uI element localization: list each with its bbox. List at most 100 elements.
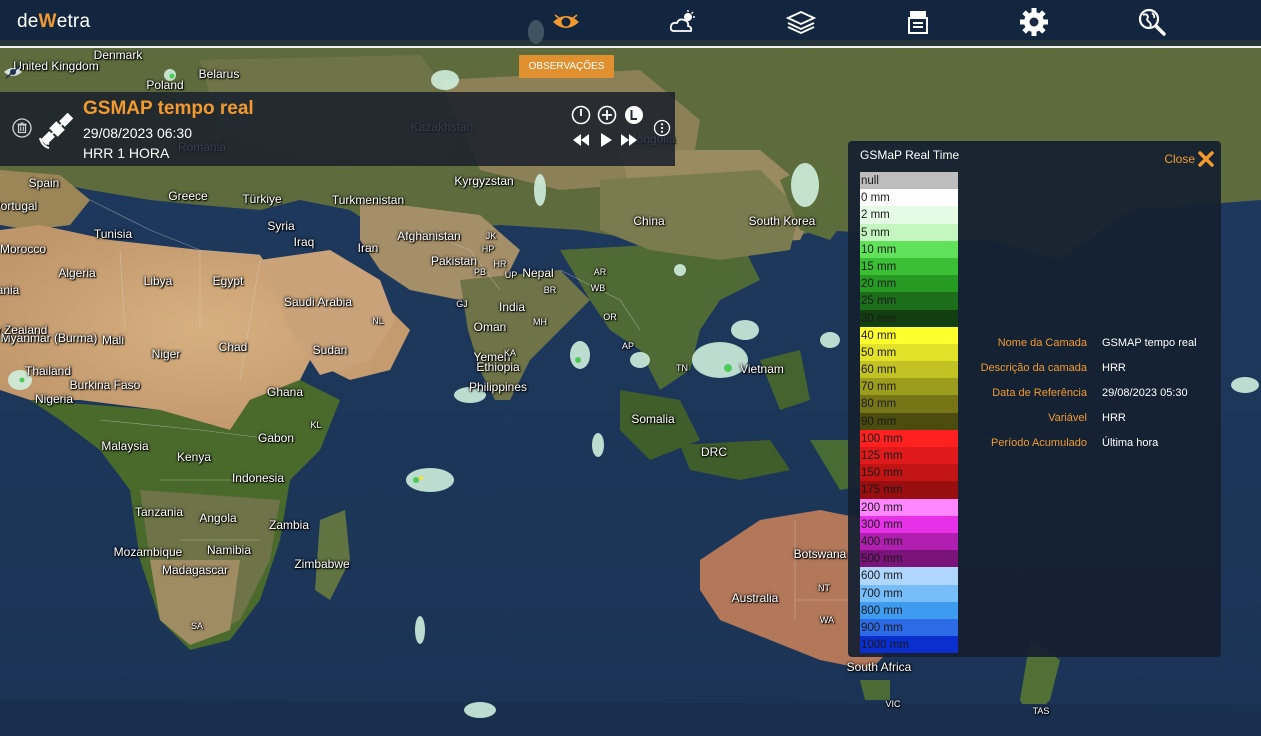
layer-title: GSMAP tempo real bbox=[83, 98, 254, 119]
map-place-label: Indonesia bbox=[231, 471, 285, 485]
legend-scale-row: 2 mm bbox=[860, 206, 958, 224]
archive-icon[interactable] bbox=[900, 6, 936, 38]
map-place-label: HP bbox=[481, 244, 495, 254]
map-place-label: WB bbox=[590, 283, 606, 293]
legend-scale-row: 1000 mm bbox=[860, 636, 958, 654]
legend-info-row: Período Acumulado Última hora bbox=[848, 437, 1221, 457]
map-place-label: Libya bbox=[143, 274, 173, 288]
legend-info-value: Última hora bbox=[1102, 437, 1159, 449]
power-icon[interactable] bbox=[571, 105, 591, 130]
map-place-label: Malaysia bbox=[101, 439, 149, 453]
map-place-label: TAS bbox=[1032, 706, 1050, 716]
legend-info-value: 29/08/2023 05:30 bbox=[1102, 387, 1188, 399]
map-place-label: KA bbox=[503, 348, 517, 358]
globe-search-icon[interactable] bbox=[1134, 6, 1170, 38]
legend-info-key: Nome da Camada bbox=[997, 337, 1087, 349]
map-place-label: Niger bbox=[151, 347, 181, 361]
legend-info-value: HRR bbox=[1102, 362, 1126, 374]
active-layer-panel: GSMAP tempo real 29/08/2023 06:30 HRR 1 … bbox=[0, 92, 675, 166]
info-icon[interactable] bbox=[653, 119, 671, 142]
map-place-label: DRC bbox=[701, 445, 727, 459]
map-place-label: HR bbox=[493, 259, 507, 269]
legend-l-icon[interactable] bbox=[624, 105, 644, 130]
map-place-label: New Zealand bbox=[0, 323, 48, 337]
legend-scale-row: 5 mm bbox=[860, 223, 958, 241]
legend-info-key: Variável bbox=[1048, 412, 1087, 424]
logo-suffix: etra bbox=[56, 11, 91, 32]
close-label: Close bbox=[1164, 152, 1195, 166]
legend-info-value: GSMAP tempo real bbox=[1102, 337, 1197, 349]
rewind-icon[interactable] bbox=[571, 132, 591, 153]
map-place-label: Zambia bbox=[268, 518, 310, 532]
logo-prefix: de bbox=[17, 11, 39, 32]
legend-info-row: Descrição da camada HRR bbox=[848, 362, 1221, 382]
map-place-label: Zimbabwe bbox=[294, 557, 350, 571]
layers-icon[interactable] bbox=[783, 6, 819, 38]
map-place-label: Ethiopia bbox=[476, 360, 520, 374]
play-icon[interactable] bbox=[598, 132, 614, 153]
legend-title: GSMaP Real Time bbox=[860, 148, 960, 162]
map-place-label: Turkmenistan bbox=[331, 193, 405, 207]
eye-icon[interactable] bbox=[548, 6, 584, 38]
legend-info-row: Nome da Camada GSMAP tempo real bbox=[848, 337, 1221, 357]
zoom-in-icon[interactable] bbox=[597, 105, 617, 130]
map-place-label: PB bbox=[473, 267, 487, 277]
weather-icon[interactable] bbox=[665, 6, 701, 38]
map-place-label: Gabon bbox=[257, 431, 295, 445]
map-place-label: Thailand bbox=[24, 364, 72, 378]
map-place-label: Iran bbox=[357, 241, 379, 255]
legend-scale-row: 25 mm bbox=[860, 292, 958, 310]
map-place-label: JK bbox=[485, 231, 497, 241]
fast-forward-icon[interactable] bbox=[619, 132, 639, 153]
logo-mark: W bbox=[38, 11, 57, 32]
map-place-label: GJ bbox=[456, 299, 468, 309]
legend-scale-row: 800 mm bbox=[860, 601, 958, 619]
map-place-label: OR bbox=[603, 312, 617, 322]
legend-scale-row: null bbox=[860, 172, 958, 190]
map-place-label: Algeria bbox=[58, 266, 96, 280]
map-place-label: UP bbox=[504, 270, 518, 280]
map-place-label: NT bbox=[818, 583, 830, 593]
map-place-label: Madagascar bbox=[161, 563, 229, 577]
map-place-label: TN bbox=[676, 363, 688, 373]
app-logo[interactable]: deWetra bbox=[17, 11, 90, 33]
map-place-label: Oman bbox=[473, 320, 507, 334]
legend-info-key: Descrição da camada bbox=[980, 362, 1087, 374]
map-place-label: Namibia bbox=[206, 543, 252, 557]
legend-scale-row: 500 mm bbox=[860, 550, 958, 568]
map-place-label: South Korea bbox=[748, 214, 816, 228]
map-place-label: KL bbox=[310, 420, 322, 430]
map-place-label: Afghanistan bbox=[397, 229, 461, 243]
map-place-label: Nigeria bbox=[34, 392, 74, 406]
map-place-label: SA bbox=[190, 621, 204, 631]
map-place-label: Iraq bbox=[293, 235, 315, 249]
map-place-label: India bbox=[498, 300, 526, 314]
map-place-label: Tanzania bbox=[134, 505, 184, 519]
legend-scale-row: 15 mm bbox=[860, 257, 958, 276]
legend-info-key: Período Acumulado bbox=[990, 437, 1087, 449]
legend-scale-row: 900 mm bbox=[860, 618, 958, 637]
observations-tab[interactable]: OBSERVAÇÕES bbox=[519, 55, 614, 78]
map-place-label: Syria bbox=[267, 219, 295, 233]
map-place-label: Greece bbox=[168, 189, 208, 203]
delete-layer-icon[interactable] bbox=[12, 118, 32, 143]
map-place-label: Tunisia bbox=[93, 227, 133, 241]
legend-info-value: HRR bbox=[1102, 412, 1126, 424]
map-place-label: MH bbox=[533, 317, 547, 327]
map-place-label: Philippines bbox=[468, 380, 528, 394]
map-place-label: BR bbox=[543, 285, 557, 295]
map-place-label: Australia bbox=[731, 591, 779, 605]
legend-close-button[interactable]: Close bbox=[1164, 150, 1215, 168]
map-place-label: Angola bbox=[199, 511, 237, 525]
map-place-label: Vietnam bbox=[740, 362, 784, 376]
map-place-label: China bbox=[633, 214, 665, 228]
layer-datetime: 29/08/2023 06:30 bbox=[83, 125, 192, 141]
legend-info-key: Data de Referência bbox=[992, 387, 1087, 399]
settings-icon[interactable] bbox=[1016, 6, 1052, 38]
close-icon bbox=[1198, 151, 1214, 167]
map-place-label: Tania bbox=[0, 283, 20, 297]
legend-scale-row: 20 mm bbox=[860, 275, 958, 293]
map-place-label: Egypt bbox=[212, 274, 244, 288]
visibility-toggle-icon[interactable] bbox=[3, 64, 23, 80]
map-place-label: Portugal bbox=[0, 199, 38, 213]
